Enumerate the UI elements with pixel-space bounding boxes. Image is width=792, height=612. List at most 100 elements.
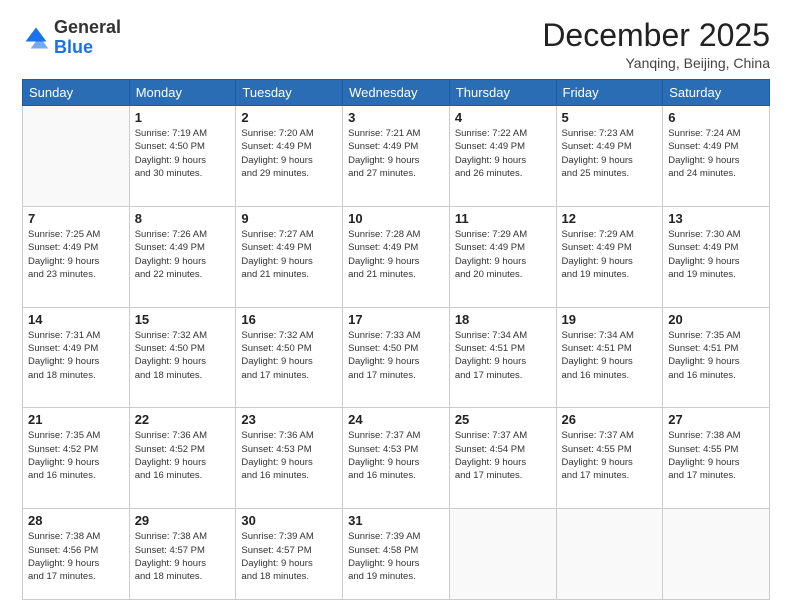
day-number: 10	[348, 211, 444, 226]
day-number: 14	[28, 312, 124, 327]
calendar-week-row: 1 Sunrise: 7:19 AMSunset: 4:50 PMDaylight…	[23, 106, 770, 207]
day-info: Sunrise: 7:25 AMSunset: 4:49 PMDaylight:…	[28, 228, 124, 281]
table-row: 23 Sunrise: 7:36 AMSunset: 4:53 PMDayligh…	[236, 408, 343, 509]
day-info: Sunrise: 7:32 AMSunset: 4:50 PMDaylight:…	[241, 329, 337, 382]
table-row: 10 Sunrise: 7:28 AMSunset: 4:49 PMDayligh…	[343, 206, 450, 307]
table-row: 5 Sunrise: 7:23 AMSunset: 4:49 PMDaylight…	[556, 106, 663, 207]
table-row: 11Sunrise: 7:29 AMSunset: 4:49 PMDayligh…	[449, 206, 556, 307]
calendar-header-row: Sunday Monday Tuesday Wednesday Thursday…	[23, 80, 770, 106]
table-row: 12 Sunrise: 7:29 AMSunset: 4:49 PMDayligh…	[556, 206, 663, 307]
calendar-week-row: 7 Sunrise: 7:25 AMSunset: 4:49 PMDaylight…	[23, 206, 770, 307]
day-info: Sunrise: 7:36 AMSunset: 4:52 PMDaylight:…	[135, 429, 231, 482]
day-info: Sunrise: 7:19 AMSunset: 4:50 PMDaylight:…	[135, 127, 231, 180]
table-row: 2Sunrise: 7:20 AMSunset: 4:49 PMDaylight…	[236, 106, 343, 207]
day-number: 22	[135, 412, 231, 427]
day-number: 23	[241, 412, 337, 427]
day-number: 13	[668, 211, 764, 226]
table-row: 16 Sunrise: 7:32 AMSunset: 4:50 PMDayligh…	[236, 307, 343, 408]
table-row: 29 Sunrise: 7:38 AMSunset: 4:57 PMDayligh…	[129, 509, 236, 600]
day-info: Sunrise: 7:22 AMSunset: 4:49 PMDaylight:…	[455, 127, 551, 180]
table-row: 26Sunrise: 7:37 AMSunset: 4:55 PMDayligh…	[556, 408, 663, 509]
day-number: 19	[562, 312, 658, 327]
day-number: 16	[241, 312, 337, 327]
logo-text: General Blue	[54, 18, 121, 58]
logo-general-text: General	[54, 17, 121, 37]
table-row: 9Sunrise: 7:27 AMSunset: 4:49 PMDaylight…	[236, 206, 343, 307]
table-row: 28 Sunrise: 7:38 AMSunset: 4:56 PMDayligh…	[23, 509, 130, 600]
day-number: 18	[455, 312, 551, 327]
page: General Blue December 2025 Yanqing, Beij…	[0, 0, 792, 612]
day-number: 25	[455, 412, 551, 427]
day-number: 7	[28, 211, 124, 226]
col-friday: Friday	[556, 80, 663, 106]
day-number: 20	[668, 312, 764, 327]
day-number: 12	[562, 211, 658, 226]
day-info: Sunrise: 7:35 AMSunset: 4:51 PMDaylight:…	[668, 329, 764, 382]
day-info: Sunrise: 7:38 AMSunset: 4:55 PMDaylight:…	[668, 429, 764, 482]
day-number: 6	[668, 110, 764, 125]
title-block: December 2025 Yanqing, Beijing, China	[542, 18, 770, 71]
calendar-week-row: 21Sunrise: 7:35 AMSunset: 4:52 PMDayligh…	[23, 408, 770, 509]
table-row: 21Sunrise: 7:35 AMSunset: 4:52 PMDayligh…	[23, 408, 130, 509]
day-number: 2	[241, 110, 337, 125]
day-info: Sunrise: 7:21 AMSunset: 4:49 PMDaylight:…	[348, 127, 444, 180]
day-number: 5	[562, 110, 658, 125]
day-info: Sunrise: 7:27 AMSunset: 4:49 PMDaylight:…	[241, 228, 337, 281]
location-title: Yanqing, Beijing, China	[542, 55, 770, 71]
table-row: 6 Sunrise: 7:24 AMSunset: 4:49 PMDaylight…	[663, 106, 770, 207]
day-info: Sunrise: 7:39 AMSunset: 4:58 PMDaylight:…	[348, 530, 444, 583]
table-row: 1 Sunrise: 7:19 AMSunset: 4:50 PMDaylight…	[129, 106, 236, 207]
day-info: Sunrise: 7:23 AMSunset: 4:49 PMDaylight:…	[562, 127, 658, 180]
table-row: 24 Sunrise: 7:37 AMSunset: 4:53 PMDayligh…	[343, 408, 450, 509]
day-number: 3	[348, 110, 444, 125]
day-number: 28	[28, 513, 124, 528]
day-info: Sunrise: 7:37 AMSunset: 4:53 PMDaylight:…	[348, 429, 444, 482]
table-row	[23, 106, 130, 207]
table-row: 8Sunrise: 7:26 AMSunset: 4:49 PMDaylight…	[129, 206, 236, 307]
col-monday: Monday	[129, 80, 236, 106]
col-sunday: Sunday	[23, 80, 130, 106]
table-row	[556, 509, 663, 600]
month-title: December 2025	[542, 18, 770, 53]
calendar-week-row: 28 Sunrise: 7:38 AMSunset: 4:56 PMDayligh…	[23, 509, 770, 600]
logo-icon	[22, 24, 50, 52]
day-info: Sunrise: 7:37 AMSunset: 4:55 PMDaylight:…	[562, 429, 658, 482]
logo: General Blue	[22, 18, 121, 58]
day-number: 17	[348, 312, 444, 327]
day-number: 29	[135, 513, 231, 528]
day-info: Sunrise: 7:36 AMSunset: 4:53 PMDaylight:…	[241, 429, 337, 482]
day-number: 31	[348, 513, 444, 528]
day-info: Sunrise: 7:34 AMSunset: 4:51 PMDaylight:…	[455, 329, 551, 382]
table-row: 3 Sunrise: 7:21 AMSunset: 4:49 PMDaylight…	[343, 106, 450, 207]
day-info: Sunrise: 7:38 AMSunset: 4:56 PMDaylight:…	[28, 530, 124, 583]
day-info: Sunrise: 7:38 AMSunset: 4:57 PMDaylight:…	[135, 530, 231, 583]
table-row: 19 Sunrise: 7:34 AMSunset: 4:51 PMDayligh…	[556, 307, 663, 408]
table-row	[449, 509, 556, 600]
day-info: Sunrise: 7:31 AMSunset: 4:49 PMDaylight:…	[28, 329, 124, 382]
day-info: Sunrise: 7:24 AMSunset: 4:49 PMDaylight:…	[668, 127, 764, 180]
day-info: Sunrise: 7:28 AMSunset: 4:49 PMDaylight:…	[348, 228, 444, 281]
day-info: Sunrise: 7:33 AMSunset: 4:50 PMDaylight:…	[348, 329, 444, 382]
day-info: Sunrise: 7:34 AMSunset: 4:51 PMDaylight:…	[562, 329, 658, 382]
day-info: Sunrise: 7:39 AMSunset: 4:57 PMDaylight:…	[241, 530, 337, 583]
table-row: 17 Sunrise: 7:33 AMSunset: 4:50 PMDayligh…	[343, 307, 450, 408]
table-row: 27 Sunrise: 7:38 AMSunset: 4:55 PMDayligh…	[663, 408, 770, 509]
table-row: 22 Sunrise: 7:36 AMSunset: 4:52 PMDayligh…	[129, 408, 236, 509]
logo-blue-text: Blue	[54, 37, 93, 57]
table-row: 20 Sunrise: 7:35 AMSunset: 4:51 PMDayligh…	[663, 307, 770, 408]
day-number: 27	[668, 412, 764, 427]
table-row: 18 Sunrise: 7:34 AMSunset: 4:51 PMDayligh…	[449, 307, 556, 408]
day-number: 24	[348, 412, 444, 427]
day-info: Sunrise: 7:37 AMSunset: 4:54 PMDaylight:…	[455, 429, 551, 482]
table-row: 30Sunrise: 7:39 AMSunset: 4:57 PMDayligh…	[236, 509, 343, 600]
table-row: 7 Sunrise: 7:25 AMSunset: 4:49 PMDaylight…	[23, 206, 130, 307]
header: General Blue December 2025 Yanqing, Beij…	[22, 18, 770, 71]
day-info: Sunrise: 7:29 AMSunset: 4:49 PMDaylight:…	[562, 228, 658, 281]
table-row: 4Sunrise: 7:22 AMSunset: 4:49 PMDaylight…	[449, 106, 556, 207]
calendar-week-row: 14 Sunrise: 7:31 AMSunset: 4:49 PMDayligh…	[23, 307, 770, 408]
day-number: 15	[135, 312, 231, 327]
day-number: 1	[135, 110, 231, 125]
table-row: 15Sunrise: 7:32 AMSunset: 4:50 PMDayligh…	[129, 307, 236, 408]
col-thursday: Thursday	[449, 80, 556, 106]
col-tuesday: Tuesday	[236, 80, 343, 106]
